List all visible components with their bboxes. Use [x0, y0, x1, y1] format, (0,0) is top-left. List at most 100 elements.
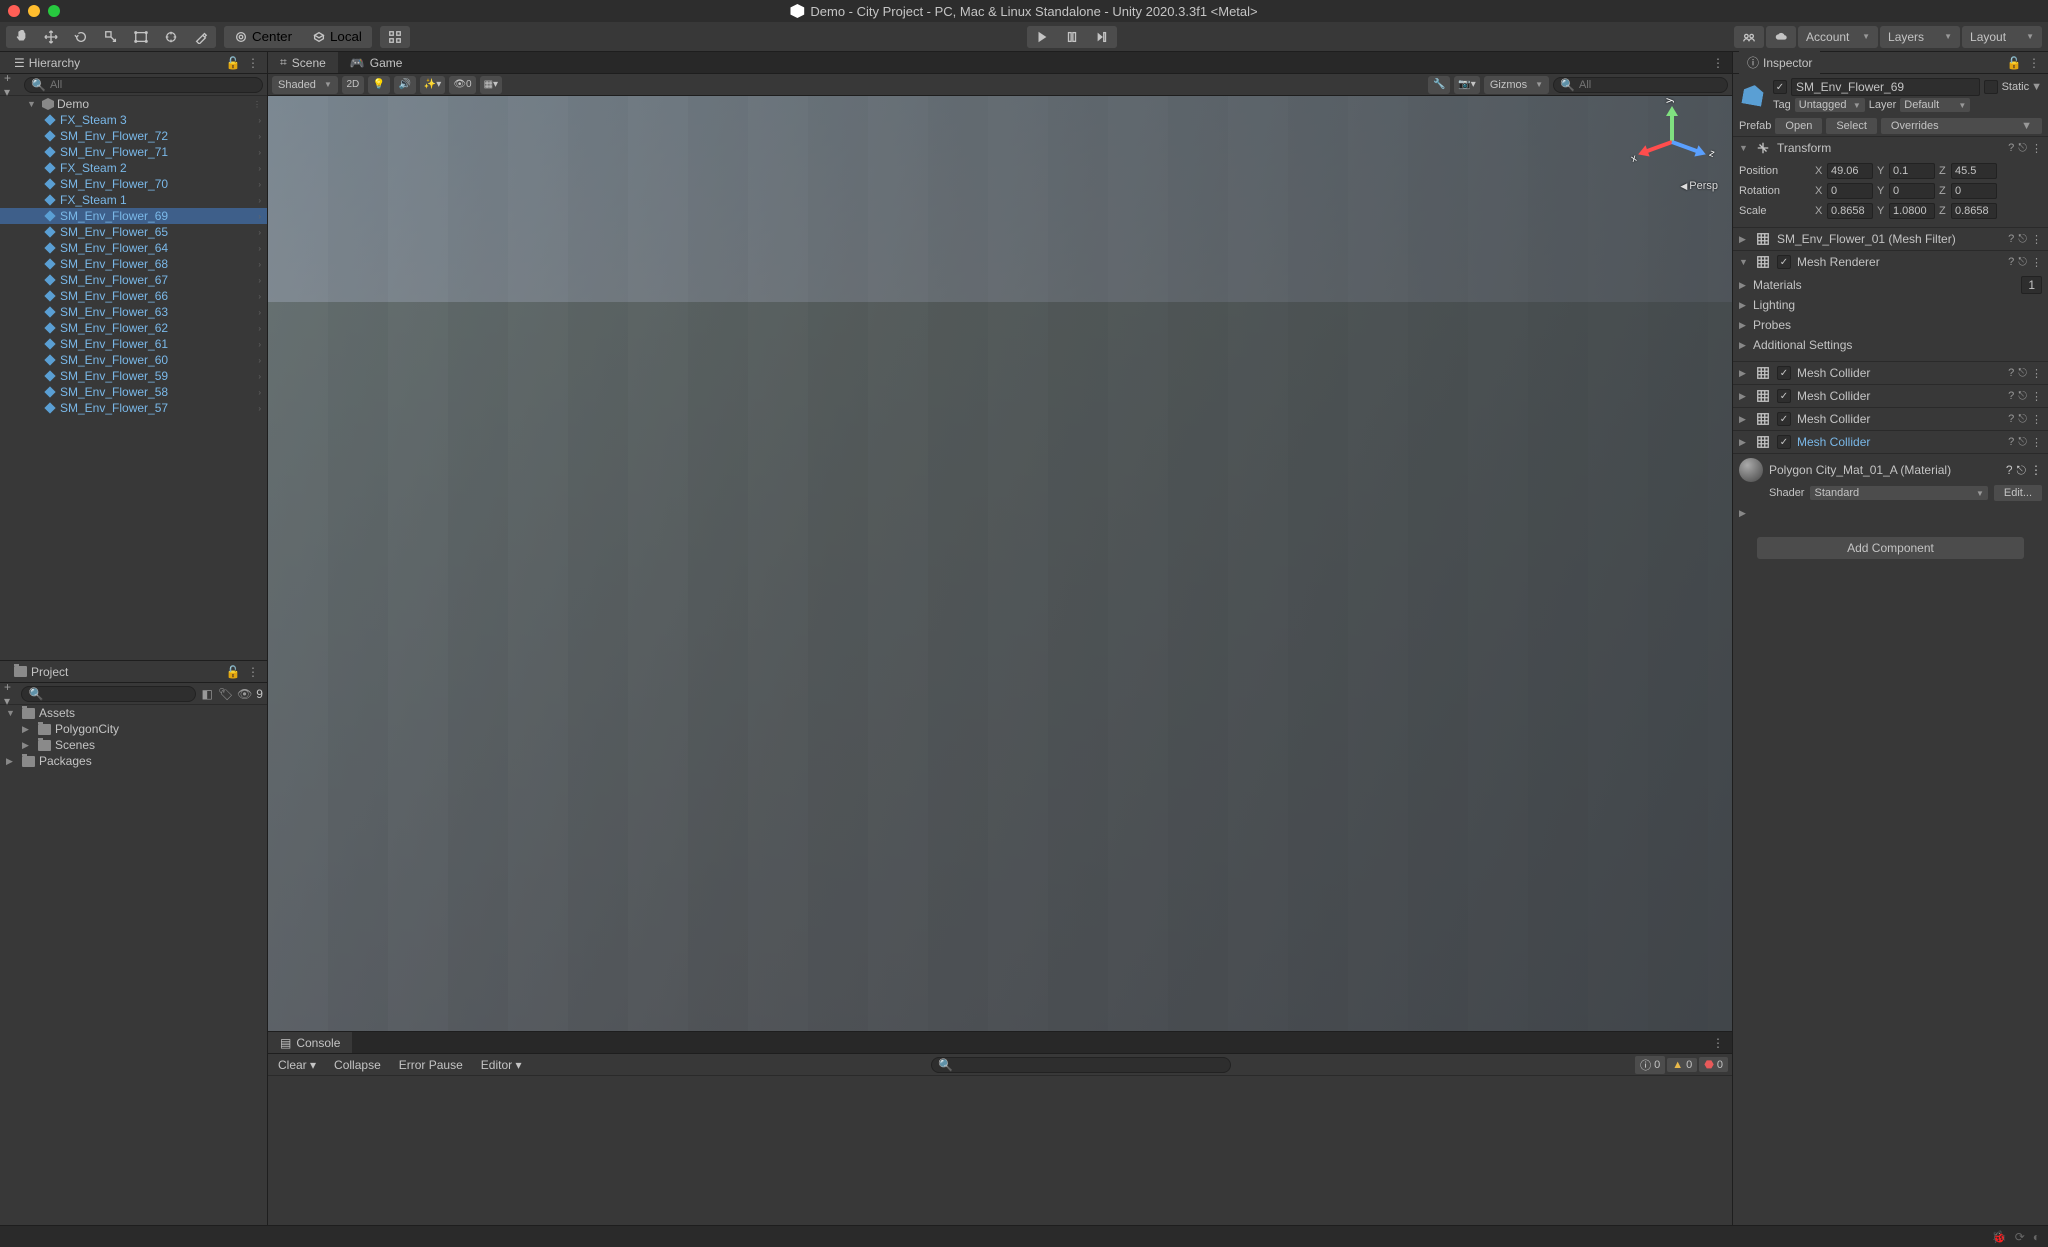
pivot-mode-button[interactable]: Center — [224, 26, 302, 48]
console-log-area[interactable] — [268, 1076, 1732, 1225]
hierarchy-item[interactable]: FX_Steam 3› — [0, 112, 267, 128]
play-button[interactable] — [1027, 26, 1057, 48]
shading-mode-dropdown[interactable]: Shaded▼ — [272, 76, 338, 94]
scene-visibility-toggle[interactable]: 👁 0 — [449, 76, 475, 94]
help-icon[interactable]: ? — [2008, 413, 2014, 426]
shader-dropdown[interactable]: Standard▼ — [1810, 486, 1987, 500]
rotation-x-field[interactable]: 0 — [1827, 183, 1873, 199]
hierarchy-item[interactable]: SM_Env_Flower_72› — [0, 128, 267, 144]
hierarchy-item[interactable]: SM_Env_Flower_61› — [0, 336, 267, 352]
component-menu-icon[interactable]: ⋮ — [2031, 256, 2042, 269]
help-icon[interactable]: ? — [2006, 463, 2013, 478]
prefab-open-button[interactable]: Open — [1775, 118, 1822, 134]
prefab-overrides-dropdown[interactable]: Overrides▼ — [1881, 118, 2042, 134]
mesh-collider-component-header[interactable]: ▶Mesh Collider?⎋⋮ — [1733, 385, 2048, 407]
hierarchy-item[interactable]: SM_Env_Flower_71› — [0, 144, 267, 160]
collab-button[interactable] — [1734, 26, 1764, 48]
window-maximize-button[interactable] — [48, 5, 60, 17]
hierarchy-item[interactable]: SM_Env_Flower_69› — [0, 208, 267, 224]
mesh-collider-enabled-checkbox[interactable] — [1777, 389, 1791, 403]
static-dropdown[interactable]: Static ▼ — [2002, 81, 2042, 93]
hierarchy-item[interactable]: SM_Env_Flower_66› — [0, 288, 267, 304]
hierarchy-item[interactable]: SM_Env_Flower_59› — [0, 368, 267, 384]
scene-audio-toggle[interactable]: 🔊 — [394, 76, 416, 94]
scene-menu-icon[interactable]: ⋮ — [253, 100, 261, 109]
scale-z-field[interactable]: 0.8658 — [1951, 203, 1997, 219]
hierarchy-item[interactable]: SM_Env_Flower_65› — [0, 224, 267, 240]
prefab-select-button[interactable]: Select — [1826, 118, 1877, 134]
window-minimize-button[interactable] — [28, 5, 40, 17]
inspector-panel-header[interactable]: ⓘ Inspector 🔓 ⋮ — [1733, 52, 2048, 74]
project-search-input[interactable] — [47, 688, 189, 700]
mesh-collider-enabled-checkbox[interactable] — [1777, 366, 1791, 380]
mesh-renderer-enabled-checkbox[interactable] — [1777, 255, 1791, 269]
console-collapse-button[interactable]: Collapse — [328, 1057, 387, 1073]
layout-dropdown[interactable]: Layout▼ — [1962, 26, 2042, 48]
hierarchy-panel-header[interactable]: ☰ Hierarchy 🔓 ⋮ — [0, 52, 267, 74]
position-y-field[interactable]: 0.1 — [1889, 163, 1935, 179]
project-search[interactable]: 🔍 — [21, 686, 196, 702]
move-tool-button[interactable] — [36, 26, 66, 48]
help-icon[interactable]: ? — [2008, 390, 2014, 403]
component-menu-icon[interactable]: ⋮ — [2031, 413, 2042, 426]
lighting-foldout[interactable]: ▶Lighting — [1739, 295, 2042, 315]
panel-menu-icon[interactable]: ⋮ — [2026, 55, 2042, 71]
console-error-count[interactable]: ⬣0 — [1699, 1057, 1728, 1072]
additional-settings-foldout[interactable]: ▶Additional Settings — [1739, 335, 2042, 355]
scene-tab[interactable]: ⌗ Scene — [268, 52, 338, 73]
console-clear-button[interactable]: Clear ▾ — [272, 1057, 322, 1073]
rotation-y-field[interactable]: 0 — [1889, 183, 1935, 199]
snap-settings-button[interactable] — [380, 26, 410, 48]
component-menu-icon[interactable]: ⋮ — [2031, 390, 2042, 403]
layers-dropdown[interactable]: Layers▼ — [1880, 26, 1960, 48]
status-autorefresh-icon[interactable]: ⟳ — [2015, 1230, 2025, 1244]
panel-menu-icon[interactable]: ⋮ — [245, 664, 261, 680]
hierarchy-create-dropdown[interactable]: + ▾ — [4, 77, 20, 93]
preset-icon[interactable]: ⎋ — [2018, 367, 2027, 380]
project-tree[interactable]: ▼Assets▶PolygonCity▶Scenes▶Packages — [0, 705, 267, 1225]
material-edit-button[interactable]: Edit... — [1994, 485, 2042, 501]
help-icon[interactable]: ? — [2008, 256, 2014, 269]
console-warn-count[interactable]: ▲0 — [1667, 1058, 1697, 1072]
cloud-button[interactable] — [1766, 26, 1796, 48]
preset-icon[interactable]: ⎋ — [2018, 142, 2027, 155]
scene-search-input[interactable] — [1579, 79, 1721, 91]
project-create-dropdown[interactable]: + ▾ — [4, 686, 17, 702]
console-info-count[interactable]: ⓘ0 — [1635, 1056, 1665, 1074]
scene-lighting-toggle[interactable]: 💡 — [368, 76, 390, 94]
preset-icon[interactable]: ⎋ — [2017, 463, 2027, 478]
transform-component-header[interactable]: ▼ Transform ?⎋⋮ — [1733, 137, 2048, 159]
project-filter-icon[interactable]: ◧ — [200, 686, 213, 702]
gizmos-dropdown[interactable]: Gizmos▼ — [1484, 76, 1549, 94]
project-tab[interactable]: Project — [6, 662, 76, 682]
window-close-button[interactable] — [8, 5, 20, 17]
console-search[interactable]: 🔍 — [931, 1057, 1231, 1073]
scene-row[interactable]: ▼Demo⋮ — [0, 96, 267, 112]
help-icon[interactable]: ? — [2008, 367, 2014, 380]
custom-tool-button[interactable] — [186, 26, 216, 48]
status-activity-icon[interactable]: ◐ — [2033, 1230, 2040, 1244]
component-menu-icon[interactable]: ⋮ — [2031, 233, 2042, 246]
preset-icon[interactable]: ⎋ — [2018, 413, 2027, 426]
project-folder[interactable]: ▶PolygonCity — [0, 721, 267, 737]
hand-tool-button[interactable] — [6, 26, 36, 48]
help-icon[interactable]: ? — [2008, 142, 2014, 155]
component-menu-icon[interactable]: ⋮ — [2031, 436, 2042, 449]
step-button[interactable] — [1087, 26, 1117, 48]
account-dropdown[interactable]: Account▼ — [1798, 26, 1878, 48]
help-icon[interactable]: ? — [2008, 233, 2014, 246]
pause-button[interactable] — [1057, 26, 1087, 48]
panel-lock-icon[interactable]: 🔓 — [225, 55, 241, 71]
probes-foldout[interactable]: ▶Probes — [1739, 315, 2042, 335]
hierarchy-item[interactable]: SM_Env_Flower_68› — [0, 256, 267, 272]
panel-menu-icon[interactable]: ⋮ — [1710, 55, 1726, 71]
layer-dropdown[interactable]: Default▼ — [1900, 98, 1970, 112]
hierarchy-tab[interactable]: ☰ Hierarchy — [6, 53, 88, 73]
scene-view[interactable]: y x z ◀ Persp — [268, 96, 1732, 1031]
status-bug-icon[interactable]: 🐞 — [1992, 1230, 2007, 1244]
scene-camera-settings[interactable]: 📷▾ — [1454, 76, 1479, 94]
scene-tools-button[interactable]: 🔧 — [1428, 76, 1450, 94]
position-x-field[interactable]: 49.06 — [1827, 163, 1873, 179]
add-component-button[interactable]: Add Component — [1757, 537, 2024, 559]
rect-tool-button[interactable] — [126, 26, 156, 48]
